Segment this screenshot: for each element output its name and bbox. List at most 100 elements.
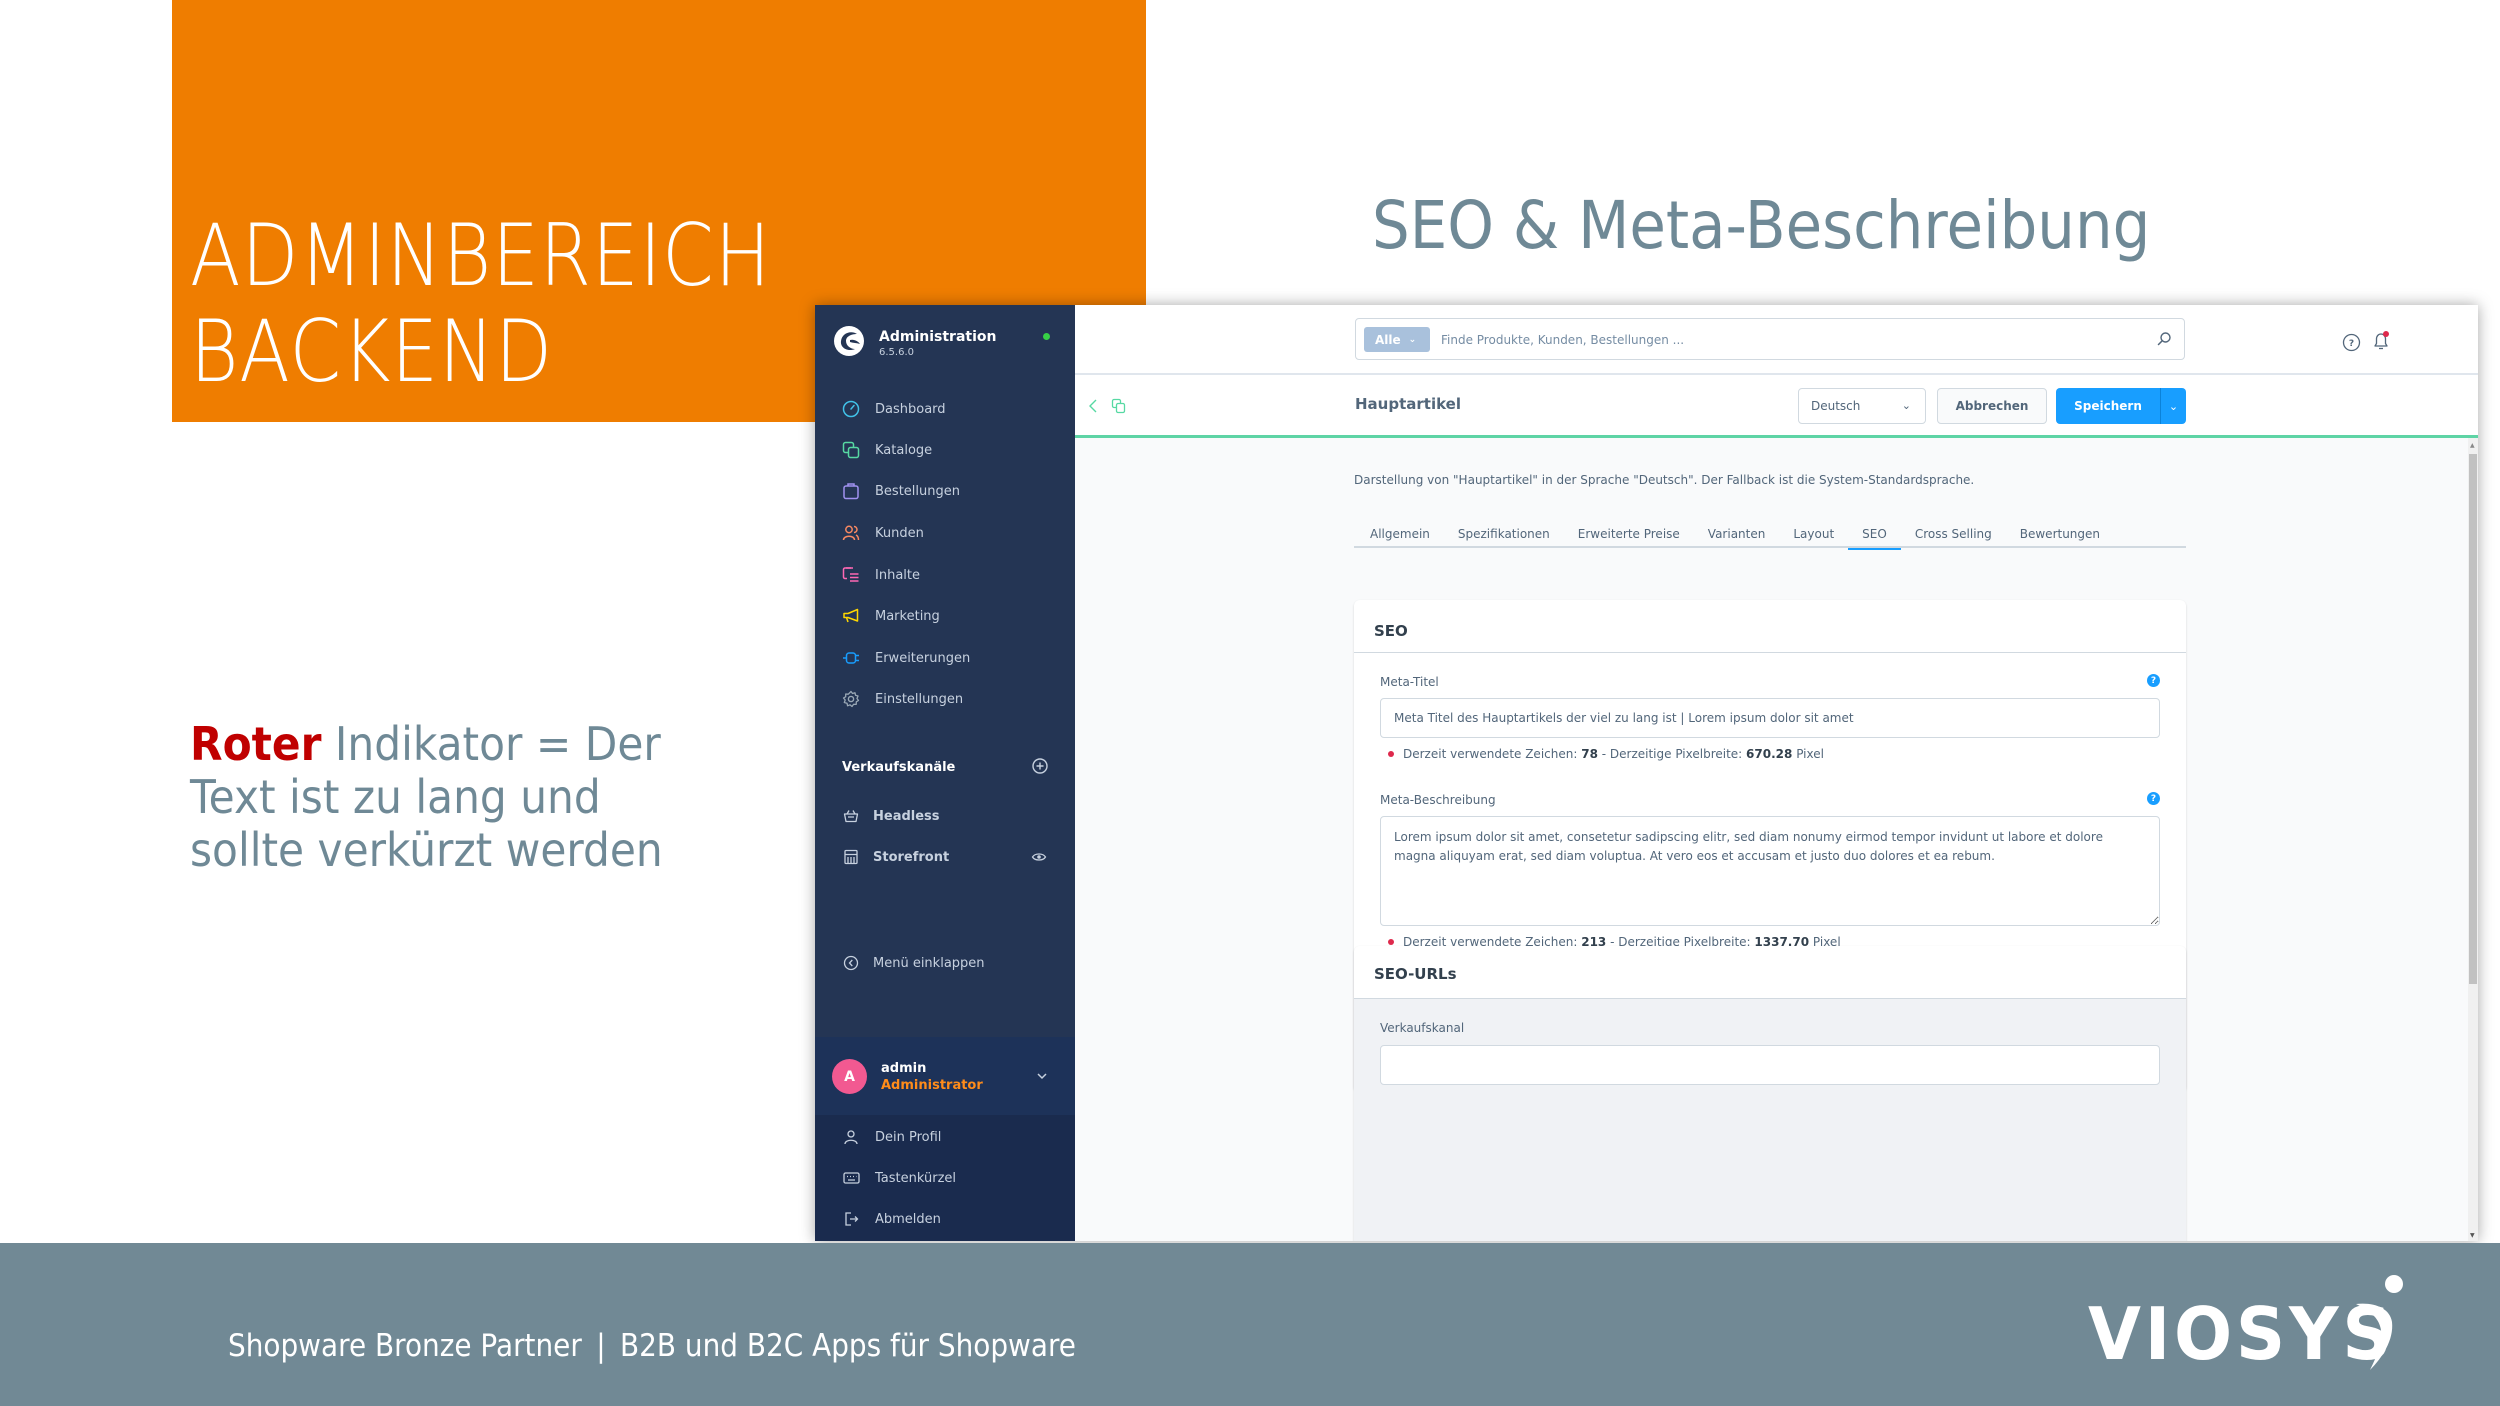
counter-chars-label: Derzeit verwendete Zeichen: (1403, 747, 1578, 761)
chevron-down-icon (1037, 1073, 1047, 1080)
sidebar-item-marketing[interactable]: Marketing (815, 596, 1075, 636)
user-account-toggle[interactable]: A admin Administrator (815, 1037, 1075, 1115)
svg-text:?: ? (2349, 339, 2354, 349)
divider (1354, 652, 2186, 653)
collapse-menu-button[interactable]: Menü einklappen (815, 943, 1075, 983)
card-title: SEO (1374, 622, 1408, 640)
sidebar-item-label: Einstellungen (875, 691, 964, 707)
sidebar-item-label: Kunden (875, 525, 924, 541)
main-area: Alle ⌄ ? Hauptartikel Deutsch ⌄ Abbreche… (1075, 305, 2478, 1241)
sidebar-item-label: Erweiterungen (875, 650, 971, 666)
sidebar-item-customers[interactable]: Kunden (815, 513, 1075, 553)
language-value: Deutsch (1811, 399, 1861, 413)
meta-title-counter: Derzeit verwendete Zeichen: 78 - Derzeit… (1388, 747, 1824, 761)
tab-layout[interactable]: Layout (1779, 520, 1848, 548)
keyboard-icon (840, 1167, 862, 1189)
orders-icon (840, 480, 862, 502)
scroll-thumb[interactable] (2469, 454, 2477, 984)
marketing-icon (840, 605, 862, 627)
search-type-dropdown[interactable]: Alle ⌄ (1364, 327, 1430, 352)
sidebar-item-label: Kataloge (875, 442, 933, 458)
cancel-button[interactable]: Abbrechen (1937, 388, 2047, 424)
avatar: A (832, 1059, 867, 1094)
chevron-down-icon: ⌄ (1408, 334, 1417, 345)
content-icon (840, 564, 862, 586)
global-search: Alle ⌄ (1355, 318, 2185, 360)
tab-variants[interactable]: Varianten (1694, 520, 1780, 548)
page-header: Hauptartikel Deutsch ⌄ Abbrechen Speiche… (1075, 375, 2478, 438)
meta-description-textarea[interactable]: Lorem ipsum dolor sit amet, consetetur s… (1380, 816, 2160, 926)
sidebar-item-label: Dashboard (875, 401, 946, 417)
tab-general[interactable]: Allgemein (1354, 520, 1444, 548)
help-icon[interactable]: ? (2147, 674, 2160, 687)
sales-channel-select[interactable] (1380, 1045, 2160, 1085)
tab-reviews[interactable]: Bewertungen (2006, 520, 2114, 548)
chevron-down-icon: ⌄ (1901, 399, 1911, 412)
sales-channel-headless[interactable]: Headless (815, 796, 1075, 836)
sales-channel-label: Verkaufskanal (1380, 1021, 1465, 1035)
tab-specifications[interactable]: Spezifikationen (1444, 520, 1564, 548)
help-icon[interactable]: ? (2147, 792, 2160, 805)
customers-icon (840, 522, 862, 544)
sidebar-item-extensions[interactable]: Erweiterungen (815, 638, 1075, 678)
sales-channel-label: Headless (873, 808, 940, 824)
help-icon[interactable]: ? (2342, 333, 2361, 352)
language-select[interactable]: Deutsch ⌄ (1798, 388, 1926, 424)
catalog-icon (840, 439, 862, 461)
scroll-down-arrow-icon[interactable]: ▼ (2470, 1232, 2475, 1239)
tab-seo[interactable]: SEO (1848, 520, 1901, 550)
add-sales-channel-icon[interactable] (1030, 756, 1050, 776)
sidebar-item-settings[interactable]: Einstellungen (815, 679, 1075, 719)
sidebar: Administration 6.5.6.0 Dashboard Katalog… (815, 305, 1075, 1241)
slide-title-line1: ADMINBEREICH (190, 206, 772, 306)
page-title: Hauptartikel (1355, 395, 1461, 413)
eye-icon[interactable] (1031, 849, 1047, 865)
content-scrollbar[interactable]: ▲ ▼ (2468, 438, 2478, 1241)
page-content: Darstellung von "Hauptartikel" in der Sp… (1075, 438, 2468, 1241)
user-name: admin (881, 1061, 927, 1076)
notifications-bell-icon[interactable] (2370, 330, 2392, 352)
tab-advanced-prices[interactable]: Erweiterte Preise (1564, 520, 1694, 548)
sidebar-item-catalogs[interactable]: Kataloge (815, 430, 1075, 470)
sales-channels-title: Verkaufskanäle (842, 760, 956, 775)
search-icon[interactable] (2156, 331, 2172, 347)
footer-right: B2B und B2C Apps für Shopware (620, 1328, 1076, 1364)
indicator-explanation: Roter Indikator = Der Text ist zu lang u… (190, 718, 705, 877)
sidebar-item-orders[interactable]: Bestellungen (815, 471, 1075, 511)
counter-width-value: 670.28 (1746, 747, 1793, 761)
counter-width-label: - Derzeitige Pixelbreite: (1601, 747, 1743, 761)
sidebar-item-dashboard[interactable]: Dashboard (815, 389, 1075, 429)
search-input[interactable] (1441, 329, 2141, 351)
sidebar-header: Administration 6.5.6.0 (815, 305, 1075, 375)
language-info-text: Darstellung von "Hauptartikel" in der Sp… (1354, 473, 1975, 487)
save-options-button[interactable]: ⌄ (2160, 388, 2186, 424)
sidebar-item-label: Bestellungen (875, 483, 960, 499)
slide-title: ADMINBEREICH BACKEND (190, 208, 771, 400)
user-menu-shortcuts[interactable]: Tastenkürzel (815, 1158, 1075, 1198)
sidebar-item-content[interactable]: Inhalte (815, 555, 1075, 595)
presentation-slide: ADMINBEREICH BACKEND SEO & Meta-Beschrei… (0, 0, 2500, 1406)
seo-urls-card: SEO-URLs Verkaufskanal (1354, 946, 2186, 1241)
user-menu-logout[interactable]: Abmelden (815, 1199, 1075, 1239)
back-arrow-icon[interactable] (1087, 398, 1101, 414)
user-menu: Dein Profil Tastenkürzel Abmelden (815, 1115, 1075, 1241)
tab-cross-selling[interactable]: Cross Selling (1901, 520, 2006, 548)
card-title: SEO-URLs (1374, 965, 1457, 983)
red-indicator-dot (1388, 939, 1394, 945)
app-version: 6.5.6.0 (879, 347, 914, 358)
basket-icon (840, 805, 862, 827)
meta-title-input[interactable] (1380, 698, 2160, 738)
sidebar-item-label: Inhalte (875, 567, 920, 583)
slide-title-line2: BACKEND (190, 302, 553, 402)
user-role: Administrator (881, 1078, 983, 1093)
settings-icon (840, 688, 862, 710)
top-bar: Alle ⌄ ? (1075, 305, 2478, 375)
logo-figure-icon (2356, 1275, 2403, 1370)
footer-tagline: Shopware Bronze Partner | B2B und B2C Apps… (228, 1328, 1076, 1364)
user-menu-profile[interactable]: Dein Profil (815, 1117, 1075, 1157)
footer-left: Shopware Bronze Partner (228, 1328, 582, 1364)
shopware-logo-icon (834, 326, 864, 356)
catalog-copy-icon[interactable] (1111, 398, 1127, 414)
save-button[interactable]: Speichern (2056, 388, 2160, 424)
scroll-up-arrow-icon[interactable]: ▲ (2470, 442, 2475, 449)
